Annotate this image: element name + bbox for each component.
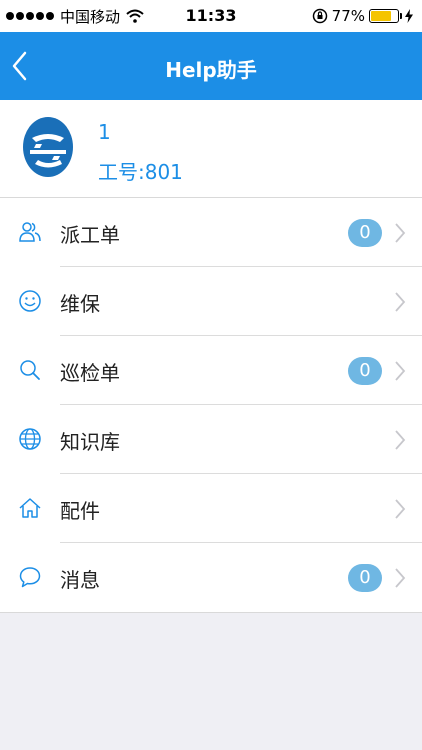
employee-id: 工号:801: [98, 160, 183, 184]
chevron-right-icon: [395, 223, 406, 243]
menu-item-label: 派工单: [60, 223, 120, 247]
nav-bar: Help助手: [0, 32, 422, 100]
profile-name: 1: [98, 120, 111, 144]
battery-percent: 77%: [331, 7, 365, 25]
menu-item-messages[interactable]: 消息 0: [0, 543, 422, 612]
profile-card[interactable]: 1 工号:801: [0, 100, 422, 198]
smiley-icon: [19, 290, 41, 312]
menu-list: 派工单 0 维保 巡检单 0 知识库 配件 消息 0: [0, 198, 422, 613]
menu-item-label: 知识库: [60, 430, 120, 454]
company-logo: [23, 117, 73, 177]
menu-item-dispatch-order[interactable]: 派工单 0: [0, 198, 422, 267]
menu-item-inspection-order[interactable]: 巡检单 0: [0, 336, 422, 405]
menu-item-label: 消息: [60, 568, 100, 592]
menu-item-parts[interactable]: 配件: [0, 474, 422, 543]
status-right: 77%: [312, 6, 414, 26]
chevron-right-icon: [395, 361, 406, 381]
menu-item-label: 配件: [60, 499, 100, 523]
users-icon: [19, 222, 41, 242]
count-badge: 0: [348, 564, 382, 592]
orientation-lock-icon: [312, 8, 327, 24]
status-bar: 中国移动 11:33 77%: [0, 0, 422, 32]
search-icon: [20, 360, 40, 380]
count-badge: 0: [348, 219, 382, 247]
battery-icon: [369, 9, 402, 23]
menu-item-knowledge-base[interactable]: 知识库: [0, 405, 422, 474]
chevron-right-icon: [395, 430, 406, 450]
menu-item-maintenance[interactable]: 维保: [0, 267, 422, 336]
globe-icon: [19, 428, 41, 450]
chat-bubble-icon: [19, 567, 41, 588]
home-icon: [19, 498, 41, 518]
count-badge: 0: [348, 357, 382, 385]
chevron-right-icon: [395, 568, 406, 588]
battery-fill: [371, 11, 392, 21]
page-title: Help助手: [165, 58, 257, 82]
menu-item-label: 维保: [60, 292, 100, 316]
menu-item-label: 巡检单: [60, 361, 120, 385]
chevron-right-icon: [395, 292, 406, 312]
charging-bolt-icon: [405, 9, 413, 23]
chevron-right-icon: [395, 499, 406, 519]
